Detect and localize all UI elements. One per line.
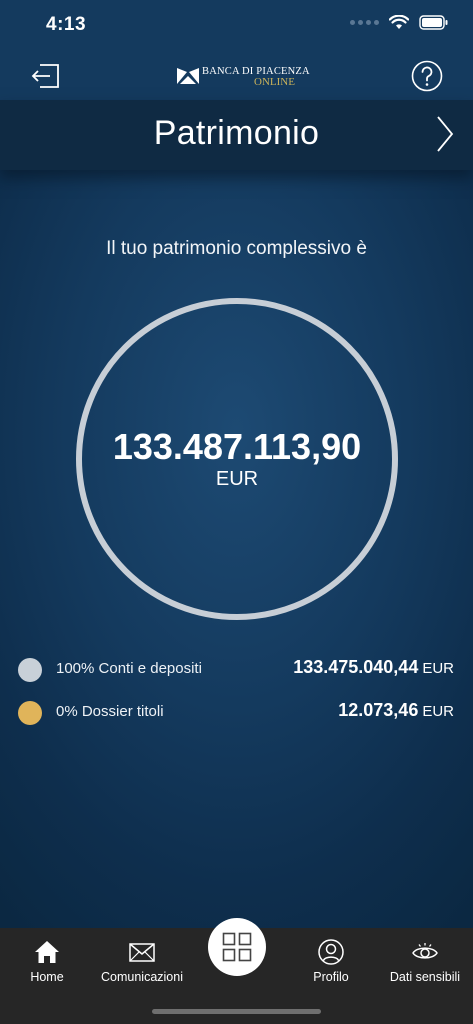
bank-logo-subtitle: ONLINE: [254, 76, 295, 88]
bank-logo-icon: [177, 68, 199, 84]
status-icons: [350, 15, 449, 30]
mail-icon: [129, 943, 155, 962]
page-title: Patrimonio: [153, 114, 320, 152]
battery-icon: [419, 15, 448, 30]
legend-dot-dossier: [18, 701, 42, 725]
signal-icon: [350, 20, 379, 25]
tab-profilo[interactable]: Profilo: [296, 928, 366, 998]
legend-row-dossier[interactable]: 0% Dossier titoli 12.073,46 EUR: [18, 698, 458, 728]
help-icon[interactable]: [411, 60, 443, 92]
legend-dot-conti: [18, 658, 42, 682]
tab-home[interactable]: Home: [12, 928, 82, 998]
app-header: BANCA DI PIACENZA ONLINE: [0, 52, 473, 100]
apps-grid-button[interactable]: [208, 918, 266, 976]
legend-label-dossier: 0% Dossier titoli: [56, 703, 164, 720]
tab-profilo-label: Profilo: [313, 970, 349, 984]
tab-comunicazioni[interactable]: Comunicazioni: [96, 928, 188, 998]
chevron-right-icon[interactable]: [435, 114, 455, 154]
legend-currency-conti: EUR: [422, 660, 454, 677]
logout-icon[interactable]: [30, 60, 62, 92]
total-currency: EUR: [215, 468, 259, 490]
total-amount: 133.487.113,90: [112, 426, 362, 467]
eye-icon: [412, 943, 438, 959]
grid-icon: [222, 932, 252, 962]
legend-amount-conti: 133.475.040,44: [293, 657, 419, 677]
patrimonio-intro: Il tuo patrimonio complessivo è: [106, 238, 367, 259]
profile-icon: [318, 939, 344, 965]
status-time: 4:13: [46, 14, 87, 35]
legend-currency-dossier: EUR: [422, 703, 454, 720]
legend-value-conti: 133.475.040,44 EUR: [293, 657, 454, 678]
legend-value-dossier: 12.073,46 EUR: [338, 700, 454, 721]
legend-label-conti: 100% Conti e depositi: [56, 660, 202, 677]
bank-logo: BANCA DI PIACENZA ONLINE: [176, 64, 310, 88]
home-indicator: [152, 1009, 321, 1014]
home-icon: [35, 941, 59, 963]
legend-row-conti[interactable]: 100% Conti e depositi 133.475.040,44 EUR: [18, 655, 458, 685]
section-title-bar: Patrimonio: [0, 100, 473, 170]
status-bar: 4:13: [0, 0, 473, 52]
wifi-icon: [389, 15, 409, 29]
tab-dati-sensibili[interactable]: Dati sensibili: [384, 928, 466, 998]
tab-home-label: Home: [30, 970, 64, 984]
patrimonio-donut-chart: 133.487.113,90 EUR: [76, 298, 398, 620]
legend-amount-dossier: 12.073,46: [338, 700, 419, 720]
tab-comunicazioni-label: Comunicazioni: [101, 970, 183, 984]
tab-dati-sensibili-label: Dati sensibili: [389, 970, 461, 984]
